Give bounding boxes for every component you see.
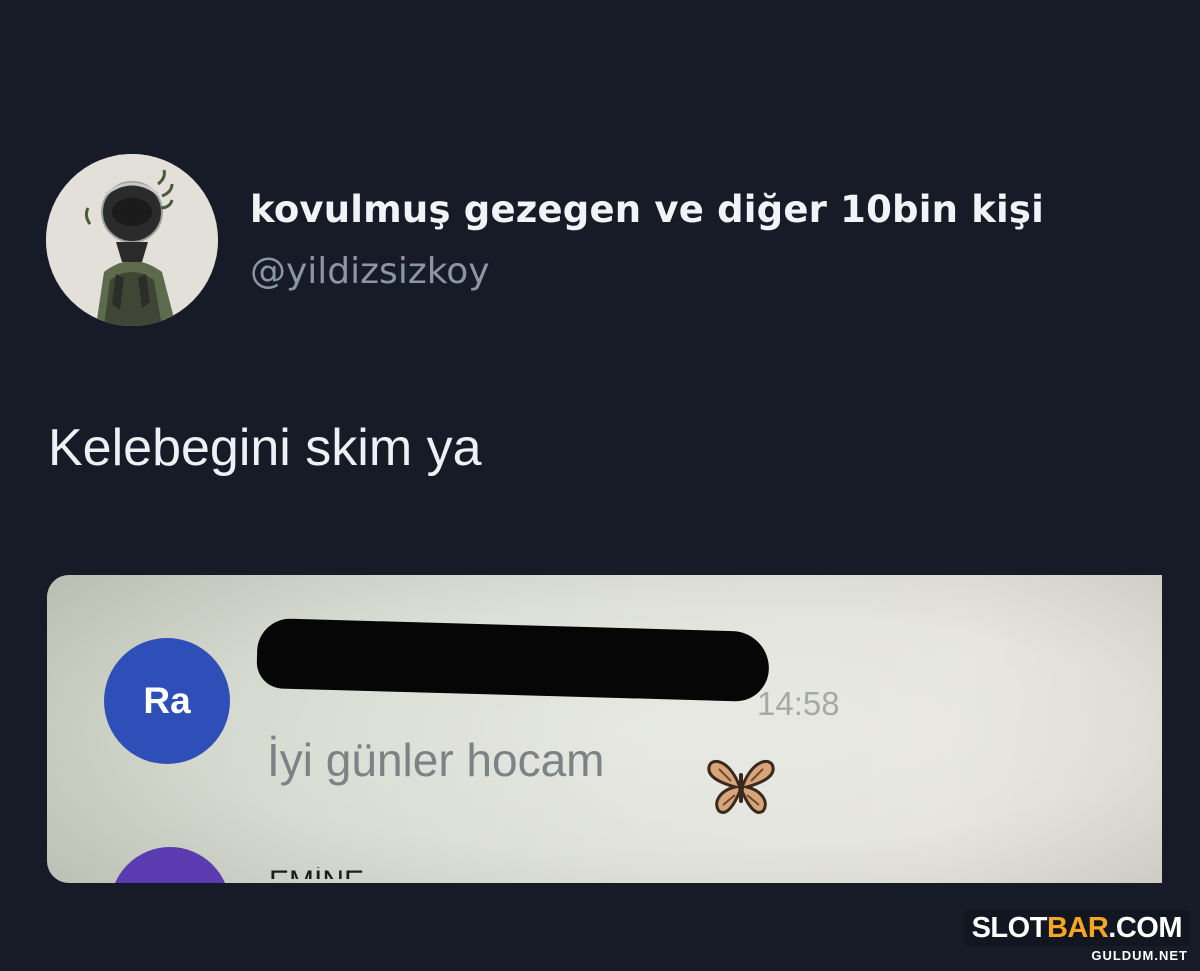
sender-avatar: Ra	[104, 638, 230, 764]
redaction-scribble	[256, 617, 770, 703]
watermark-subtext: GULDUM.NET	[1091, 948, 1188, 963]
tweet-text: Kelebegini skim ya	[48, 419, 482, 477]
butterfly-icon	[707, 759, 775, 814]
astronaut-portrait-icon	[46, 154, 218, 326]
watermark-brand: SLOTBAR.COM	[963, 910, 1190, 946]
message-time: 14:58	[757, 685, 840, 722]
author-handle[interactable]: @yildizsizkoy	[250, 251, 490, 292]
tweet-screenshot: kovulmuş gezegen ve diğer 10bin kişi @yi…	[0, 0, 1200, 971]
next-sender-name: EMİNE	[269, 867, 439, 879]
site-watermark: SLOTBAR.COM GULDUM.NET	[963, 910, 1190, 963]
author-display-name[interactable]: kovulmuş gezegen ve diğer 10bin kişi	[250, 188, 1044, 231]
profile-avatar[interactable]	[46, 154, 218, 326]
message-text: İyi günler hocam	[267, 734, 605, 786]
attached-photo[interactable]: Ra 14:58 İyi günler hocam EMİNE	[47, 575, 1162, 883]
